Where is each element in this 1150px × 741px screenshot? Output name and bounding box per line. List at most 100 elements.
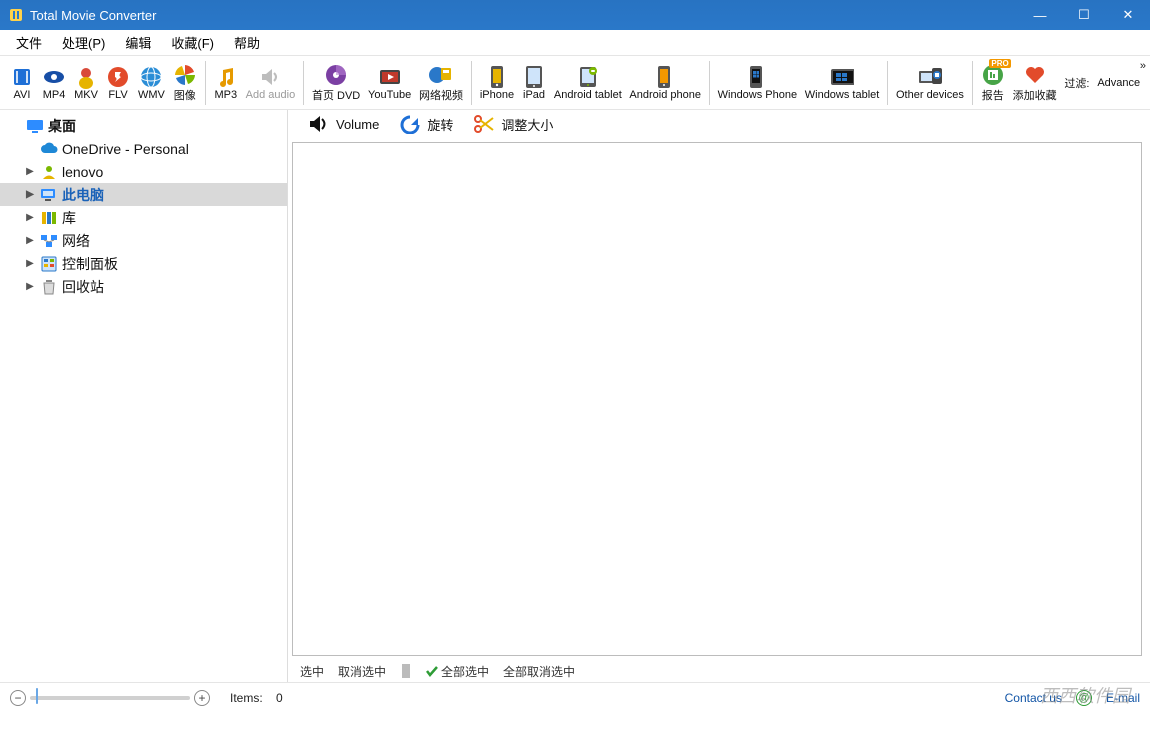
- droid-phone-icon: [653, 65, 677, 89]
- menubar: 文件 处理(P) 编辑 收藏(F) 帮助: [0, 30, 1150, 56]
- tb-addaudio[interactable]: Add audio: [242, 63, 299, 103]
- window-minimize-button[interactable]: —: [1018, 0, 1062, 30]
- recycle-icon: [40, 278, 58, 296]
- doll-icon: [74, 65, 98, 89]
- menu-help[interactable]: 帮助: [224, 30, 270, 55]
- wintablet-icon: [830, 65, 854, 89]
- titlebar: Total Movie Converter — ☐ ✕: [0, 0, 1150, 30]
- check-green-icon: [426, 665, 438, 677]
- tb-avi[interactable]: AVI: [6, 63, 38, 103]
- tb-windows-tablet[interactable]: Windows tablet: [801, 63, 883, 103]
- pc-icon: [40, 186, 58, 204]
- toolbar-separator: [709, 61, 710, 105]
- app-icon: [8, 7, 24, 23]
- zoom-slider[interactable]: [30, 696, 190, 700]
- menu-edit[interactable]: 编辑: [115, 30, 161, 55]
- tb-filter-label: 过滤:: [1060, 73, 1093, 93]
- tv-icon: [378, 65, 402, 89]
- folder-tree: 桌面 OneDrive - Personal ▶ lenovo ▶ 此电脑 ▶ …: [0, 110, 288, 682]
- globe-icon: [139, 65, 163, 89]
- tb-mkv[interactable]: MKV: [70, 63, 102, 103]
- disc-icon: [324, 63, 348, 87]
- speaker-icon: [258, 65, 282, 89]
- zoom-out-button[interactable]: −: [10, 690, 26, 706]
- tb-favorite[interactable]: 添加收藏: [1009, 61, 1061, 105]
- netglobe-icon: [429, 63, 453, 87]
- tablet-icon: [522, 65, 546, 89]
- tree-item-libraries[interactable]: ▶ 库: [0, 206, 287, 229]
- sel-select[interactable]: 选中: [296, 663, 328, 680]
- window-close-button[interactable]: ✕: [1106, 0, 1150, 30]
- sel-selectall[interactable]: 全部选中: [422, 663, 493, 680]
- zoom-in-button[interactable]: +: [194, 690, 210, 706]
- window-title: Total Movie Converter: [30, 8, 156, 23]
- network-icon: [40, 232, 58, 250]
- tb-youtube[interactable]: YouTube: [364, 63, 415, 103]
- eye-icon: [42, 65, 66, 89]
- tb-netvideo[interactable]: 网络视频: [415, 61, 467, 105]
- email-link[interactable]: E-mail: [1106, 691, 1140, 705]
- tb-other-devices[interactable]: Other devices: [892, 63, 968, 103]
- tree-item-desktop[interactable]: 桌面: [0, 114, 287, 137]
- tb-image[interactable]: 图像: [169, 61, 201, 105]
- tb-iphone[interactable]: iPhone: [476, 63, 518, 103]
- action-resize[interactable]: 调整大小: [463, 111, 563, 137]
- tb-flv[interactable]: FLV: [102, 63, 134, 103]
- toolbar-separator: [303, 61, 304, 105]
- at-icon: @: [1076, 690, 1092, 706]
- rotate-icon: [399, 113, 421, 135]
- heart-icon: [1023, 63, 1047, 87]
- phone-icon: [485, 65, 509, 89]
- tb-mp3[interactable]: MP3: [210, 63, 242, 103]
- music-icon: [214, 65, 238, 89]
- sel-deselectall[interactable]: 全部取消选中: [499, 663, 579, 680]
- tb-android-tablet[interactable]: Android tablet: [550, 63, 626, 103]
- tree-item-onedrive[interactable]: OneDrive - Personal: [0, 137, 287, 160]
- tree-item-network[interactable]: ▶ 网络: [0, 229, 287, 252]
- media-action-bar: Volume 旋转 调整大小: [288, 110, 1150, 138]
- tb-wmv[interactable]: WMV: [134, 63, 169, 103]
- toolbar-separator: [887, 61, 888, 105]
- tb-dvd[interactable]: 首页 DVD: [308, 61, 364, 105]
- toolbar-overflow[interactable]: »: [1140, 60, 1146, 72]
- tree-item-controlpanel[interactable]: ▶ 控制面板: [0, 252, 287, 275]
- tb-windows-phone[interactable]: Windows Phone: [714, 63, 801, 103]
- tree-item-recycle[interactable]: ▶ 回收站: [0, 275, 287, 298]
- toolbar-separator: [471, 61, 472, 105]
- zoom-control: − +: [10, 690, 210, 706]
- user-icon: [40, 163, 58, 181]
- window-maximize-button[interactable]: ☐: [1062, 0, 1106, 30]
- cloud-icon: [40, 140, 58, 158]
- volume-icon: [308, 113, 330, 135]
- tb-ipad[interactable]: iPad: [518, 63, 550, 103]
- contact-link[interactable]: Contact us: [1005, 691, 1062, 705]
- panel-icon: [40, 255, 58, 273]
- selection-bar: 选中 取消选中 全部选中 全部取消选中: [292, 660, 1142, 682]
- statusbar: − + Items: 0 Contact us @ E-mail 西西软件园: [0, 682, 1150, 712]
- monitor-icon: [26, 117, 44, 135]
- sel-deselect[interactable]: 取消选中: [334, 663, 390, 680]
- tb-report[interactable]: PRO 报告: [977, 61, 1009, 105]
- tb-mp4[interactable]: MP4: [38, 63, 70, 103]
- menu-process[interactable]: 处理(P): [52, 30, 115, 55]
- file-list-area[interactable]: [292, 142, 1142, 656]
- film-icon: [10, 65, 34, 89]
- tree-item-thispc[interactable]: ▶ 此电脑: [0, 183, 287, 206]
- devices-icon: [918, 65, 942, 89]
- flash-icon: [106, 65, 130, 89]
- tb-advance[interactable]: Advance: [1093, 75, 1144, 91]
- action-volume[interactable]: Volume: [298, 111, 389, 137]
- scissors-icon: [473, 113, 495, 135]
- menu-fav[interactable]: 收藏(F): [161, 30, 224, 55]
- menu-file[interactable]: 文件: [6, 30, 52, 55]
- pro-badge: PRO: [989, 59, 1010, 68]
- tb-android-phone[interactable]: Android phone: [626, 63, 705, 103]
- tree-item-lenovo[interactable]: ▶ lenovo: [0, 160, 287, 183]
- toolbar-separator: [205, 61, 206, 105]
- droid-tablet-icon: [576, 65, 600, 89]
- action-rotate[interactable]: 旋转: [389, 111, 463, 137]
- winphone-icon: [745, 65, 769, 89]
- toolbar-separator: [972, 61, 973, 105]
- library-icon: [40, 209, 58, 227]
- items-count: Items: 0: [230, 691, 283, 705]
